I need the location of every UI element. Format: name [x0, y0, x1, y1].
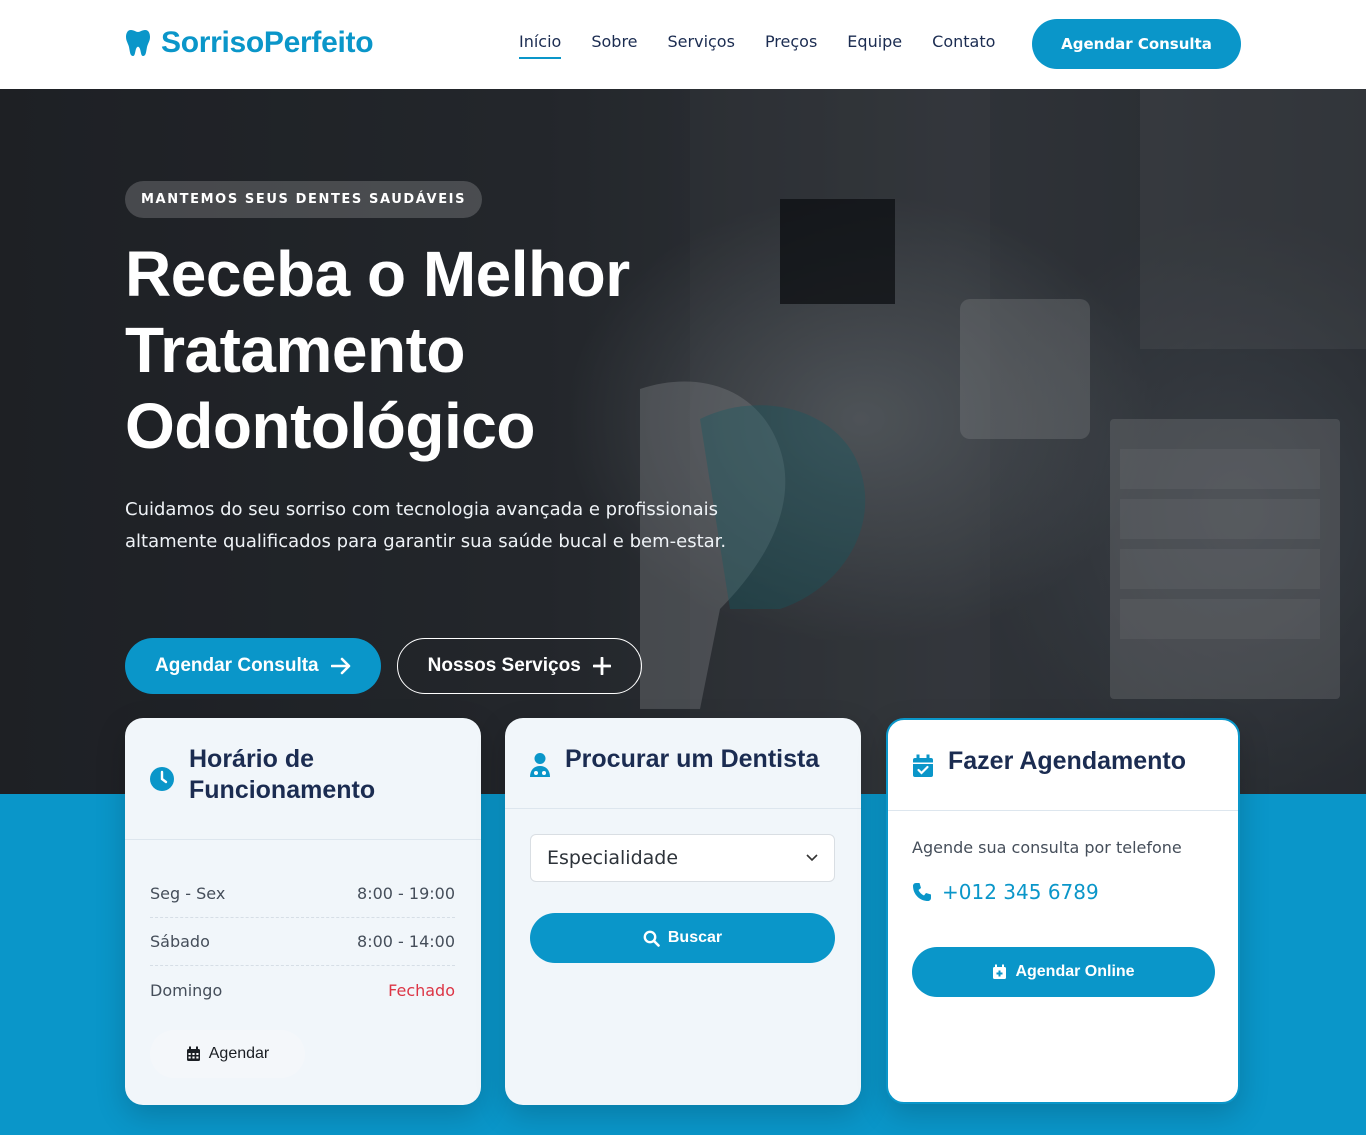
nav-link-inicio[interactable]: Início: [519, 32, 562, 59]
hero-title-line-3: Odontológico: [125, 390, 535, 462]
main-nav: Início Sobre Serviços Preços Equipe Cont…: [519, 32, 995, 59]
brand-name: SorrisoPerfeito: [161, 26, 374, 59]
hero-services-button[interactable]: Nossos Serviços: [396, 638, 642, 694]
hero-buttons: Agendar Consulta Nossos Serviços: [125, 638, 642, 694]
hero-schedule-button[interactable]: Agendar Consulta: [125, 638, 381, 694]
hero-title-line-1: Receba o Melhor: [125, 238, 630, 310]
nav-link-sobre[interactable]: Sobre: [591, 32, 637, 59]
calendar-icon: [186, 1046, 200, 1061]
hero-description: Cuidamos do seu sorriso com tecnologia a…: [125, 499, 727, 552]
nav-link-equipe[interactable]: Equipe: [847, 32, 902, 59]
hours-schedule-button[interactable]: Agendar: [150, 1030, 305, 1078]
schedule-online-label: Agendar Online: [1015, 963, 1135, 980]
appointment-text: Agende sua consulta por telefone: [912, 838, 1182, 857]
hours-time: 8:00 - 14:00: [357, 932, 455, 951]
opening-hours-header: Horário de Funcionamento: [125, 718, 481, 840]
chevron-down-icon: [806, 854, 818, 862]
search-icon: [643, 930, 660, 947]
hours-day: Sábado: [150, 932, 210, 951]
hero-content: MANTEMOS SEUS DENTES SAUDÁVEIS Receba o …: [125, 181, 805, 558]
phone-number: +012 345 6789: [942, 880, 1099, 904]
nav-link-servicos[interactable]: Serviços: [668, 32, 735, 59]
calendar-check-icon: [913, 754, 933, 777]
clock-icon: [150, 767, 174, 791]
hours-time: 8:00 - 19:00: [357, 884, 455, 903]
opening-hours-title-line-1: Horário de: [189, 745, 315, 773]
search-dentist-button[interactable]: Buscar: [530, 913, 835, 963]
doctor-icon: [530, 753, 550, 777]
hero-title-line-2: Tratamento: [125, 314, 465, 386]
search-dentist-label: Buscar: [667, 929, 723, 946]
find-dentist-title: Procurar um Dentista: [565, 745, 820, 773]
opening-hours-title-line-2: Funcionamento: [189, 776, 376, 804]
navbar: SorrisoPerfeito Início Sobre Serviços Pr…: [0, 0, 1366, 89]
hours-closed-status: Fechado: [388, 980, 455, 1000]
hours-day: Seg - Sex: [150, 884, 226, 903]
hours-schedule-label: Agendar: [208, 1045, 270, 1062]
nav-schedule-button[interactable]: Agendar Consulta: [1032, 19, 1241, 69]
appointment-card: Fazer Agendamento Agende sua consulta po…: [886, 718, 1240, 1104]
specialty-select-value: Especialidade: [547, 847, 679, 869]
tooth-icon: [126, 30, 150, 56]
hero-section: MANTEMOS SEUS DENTES SAUDÁVEIS Receba o …: [0, 89, 1366, 794]
find-dentist-header: Procurar um Dentista: [505, 718, 861, 809]
arrow-right-icon: [330, 657, 350, 675]
appointment-title: Fazer Agendamento: [948, 747, 1187, 775]
schedule-online-button[interactable]: Agendar Online: [912, 947, 1215, 997]
hours-row: Seg - Sex 8:00 - 19:00: [150, 870, 455, 918]
phone-icon: [913, 883, 931, 901]
hours-day: Domingo: [150, 980, 223, 1000]
brand-logo[interactable]: SorrisoPerfeito: [125, 26, 374, 60]
opening-hours-card: Horário de Funcionamento Seg - Sex 8:00 …: [125, 718, 481, 1105]
find-dentist-card: Procurar um Dentista Especialidade Busca…: [505, 718, 861, 1105]
appointment-header: Fazer Agendamento: [888, 720, 1238, 811]
hours-row: Domingo Fechado: [150, 966, 455, 1014]
nav-link-contato[interactable]: Contato: [932, 32, 995, 59]
nav-link-precos[interactable]: Preços: [765, 32, 817, 59]
hero-schedule-label: Agendar Consulta: [155, 655, 319, 676]
appointment-phone[interactable]: +012 345 6789: [912, 880, 1099, 904]
hero-tagline: MANTEMOS SEUS DENTES SAUDÁVEIS: [125, 181, 483, 218]
plus-icon: [592, 657, 611, 675]
opening-hours-title: Horário de Funcionamento: [189, 744, 375, 806]
hero-services-label: Nossos Serviços: [427, 655, 581, 676]
hours-list: Seg - Sex 8:00 - 19:00 Sábado 8:00 - 14:…: [150, 870, 455, 1014]
specialty-select[interactable]: Especialidade: [530, 834, 835, 882]
hours-row: Sábado 8:00 - 14:00: [150, 918, 455, 966]
calendar-plus-icon: [993, 964, 1007, 979]
hero-title: Receba o Melhor Tratamento Odontológico: [125, 236, 805, 464]
